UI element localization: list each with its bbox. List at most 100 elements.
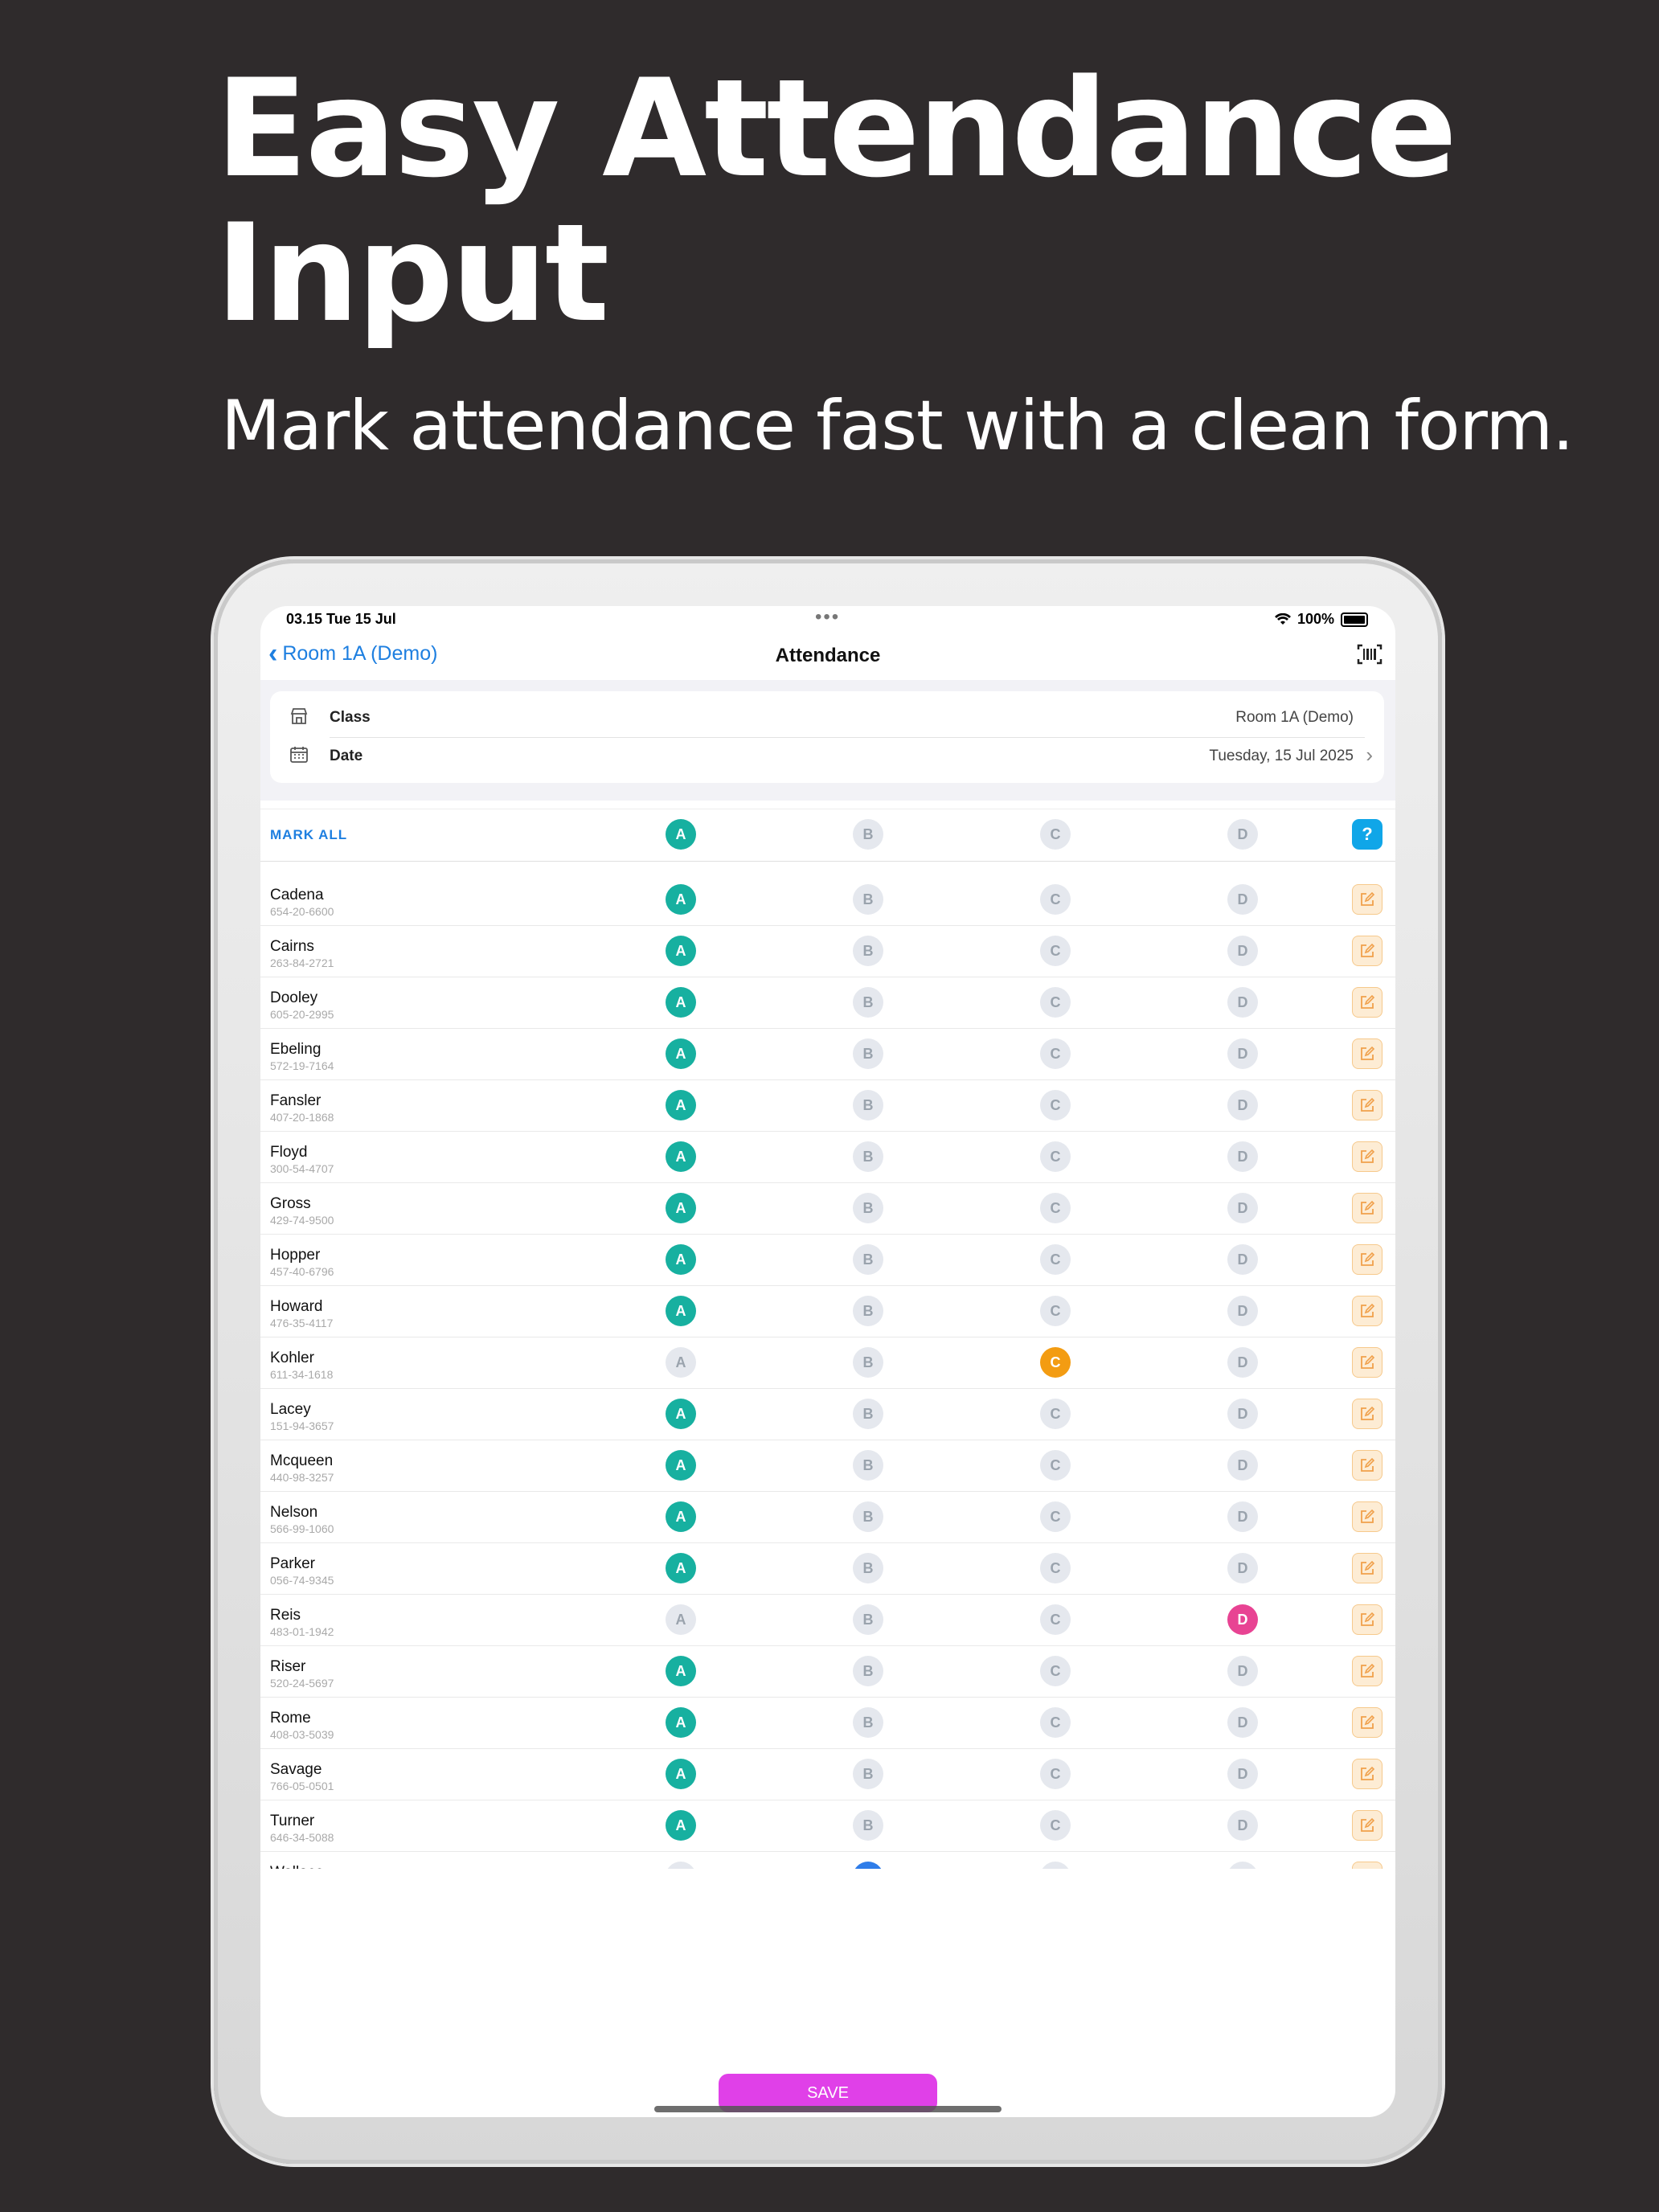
status-c-button[interactable]: C [1040,1759,1071,1789]
edit-note-button[interactable] [1352,1347,1382,1378]
status-a-button[interactable]: A [666,1553,696,1583]
status-d-button[interactable]: D [1227,1399,1258,1429]
status-b-button[interactable]: B [853,1244,883,1275]
status-d-button[interactable]: D [1227,1501,1258,1532]
edit-note-button[interactable] [1352,1604,1382,1635]
status-d-button[interactable]: D [1227,1141,1258,1172]
status-b-button[interactable]: B [853,936,883,966]
edit-note-button[interactable] [1352,884,1382,915]
status-d-button[interactable]: D [1227,1244,1258,1275]
status-c-button[interactable]: C [1040,1347,1071,1378]
edit-note-button[interactable] [1352,1244,1382,1275]
status-a-button[interactable]: A [666,1399,696,1429]
status-b-button[interactable]: B [853,1038,883,1069]
status-a-button[interactable]: A [666,1862,696,1869]
status-d-button[interactable]: D [1227,1553,1258,1583]
status-b-button[interactable]: B [853,1347,883,1378]
status-a-button[interactable]: A [666,1604,696,1635]
status-d-button[interactable]: D [1227,884,1258,915]
status-c-button[interactable]: C [1040,1604,1071,1635]
edit-note-button[interactable] [1352,1759,1382,1789]
edit-note-button[interactable] [1352,936,1382,966]
status-b-button[interactable]: B [853,1862,883,1869]
mark-all-c-button[interactable]: C [1040,819,1071,850]
status-c-button[interactable]: C [1040,1501,1071,1532]
status-c-button[interactable]: C [1040,1141,1071,1172]
status-d-button[interactable]: D [1227,1090,1258,1120]
status-a-button[interactable]: A [666,1759,696,1789]
status-a-button[interactable]: A [666,1244,696,1275]
status-b-button[interactable]: B [853,1501,883,1532]
edit-note-button[interactable] [1352,1707,1382,1738]
status-a-button[interactable]: A [666,1656,696,1686]
status-d-button[interactable]: D [1227,1656,1258,1686]
edit-note-button[interactable] [1352,1862,1382,1869]
status-b-button[interactable]: B [853,1193,883,1223]
status-a-button[interactable]: A [666,987,696,1018]
status-c-button[interactable]: C [1040,1707,1071,1738]
status-d-button[interactable]: D [1227,1707,1258,1738]
status-a-button[interactable]: A [666,1810,696,1841]
status-d-button[interactable]: D [1227,1038,1258,1069]
status-a-button[interactable]: A [666,936,696,966]
edit-note-button[interactable] [1352,1656,1382,1686]
status-c-button[interactable]: C [1040,1399,1071,1429]
status-b-button[interactable]: B [853,1553,883,1583]
status-a-button[interactable]: A [666,884,696,915]
status-d-button[interactable]: D [1227,1810,1258,1841]
edit-note-button[interactable] [1352,1399,1382,1429]
edit-note-button[interactable] [1352,1553,1382,1583]
status-b-button[interactable]: B [853,1141,883,1172]
status-b-button[interactable]: B [853,1604,883,1635]
status-b-button[interactable]: B [853,884,883,915]
status-c-button[interactable]: C [1040,1090,1071,1120]
status-b-button[interactable]: B [853,1399,883,1429]
status-d-button[interactable]: D [1227,1347,1258,1378]
edit-note-button[interactable] [1352,1193,1382,1223]
status-c-button[interactable]: C [1040,1656,1071,1686]
status-b-button[interactable]: B [853,1450,883,1481]
edit-note-button[interactable] [1352,1450,1382,1481]
status-a-button[interactable]: A [666,1193,696,1223]
status-c-button[interactable]: C [1040,1244,1071,1275]
status-c-button[interactable]: C [1040,1553,1071,1583]
mark-all-a-button[interactable]: A [666,819,696,850]
status-a-button[interactable]: A [666,1090,696,1120]
barcode-scanner-icon[interactable] [1357,643,1382,666]
edit-note-button[interactable] [1352,1141,1382,1172]
edit-note-button[interactable] [1352,1501,1382,1532]
status-a-button[interactable]: A [666,1141,696,1172]
edit-note-button[interactable] [1352,1090,1382,1120]
status-c-button[interactable]: C [1040,1862,1071,1869]
status-b-button[interactable]: B [853,1810,883,1841]
status-b-button[interactable]: B [853,1707,883,1738]
status-d-button[interactable]: D [1227,1862,1258,1869]
status-d-button[interactable]: D [1227,1450,1258,1481]
edit-note-button[interactable] [1352,1810,1382,1841]
date-row[interactable]: Date Tuesday, 15 Jul 2025 › [270,738,1384,775]
status-b-button[interactable]: B [853,1759,883,1789]
status-a-button[interactable]: A [666,1347,696,1378]
status-a-button[interactable]: A [666,1296,696,1326]
status-b-button[interactable]: B [853,1090,883,1120]
status-a-button[interactable]: A [666,1501,696,1532]
status-d-button[interactable]: D [1227,987,1258,1018]
edit-note-button[interactable] [1352,987,1382,1018]
status-d-button[interactable]: D [1227,1759,1258,1789]
mark-all-b-button[interactable]: B [853,819,883,850]
status-c-button[interactable]: C [1040,1450,1071,1481]
status-d-button[interactable]: D [1227,1193,1258,1223]
status-c-button[interactable]: C [1040,1296,1071,1326]
status-a-button[interactable]: A [666,1038,696,1069]
status-b-button[interactable]: B [853,1656,883,1686]
status-a-button[interactable]: A [666,1707,696,1738]
status-c-button[interactable]: C [1040,987,1071,1018]
status-d-button[interactable]: D [1227,1296,1258,1326]
status-c-button[interactable]: C [1040,1038,1071,1069]
help-button[interactable]: ? [1352,819,1382,850]
status-c-button[interactable]: C [1040,1810,1071,1841]
edit-note-button[interactable] [1352,1296,1382,1326]
status-d-button[interactable]: D [1227,936,1258,966]
multitask-dots-icon[interactable]: ••• [815,606,840,629]
status-c-button[interactable]: C [1040,936,1071,966]
